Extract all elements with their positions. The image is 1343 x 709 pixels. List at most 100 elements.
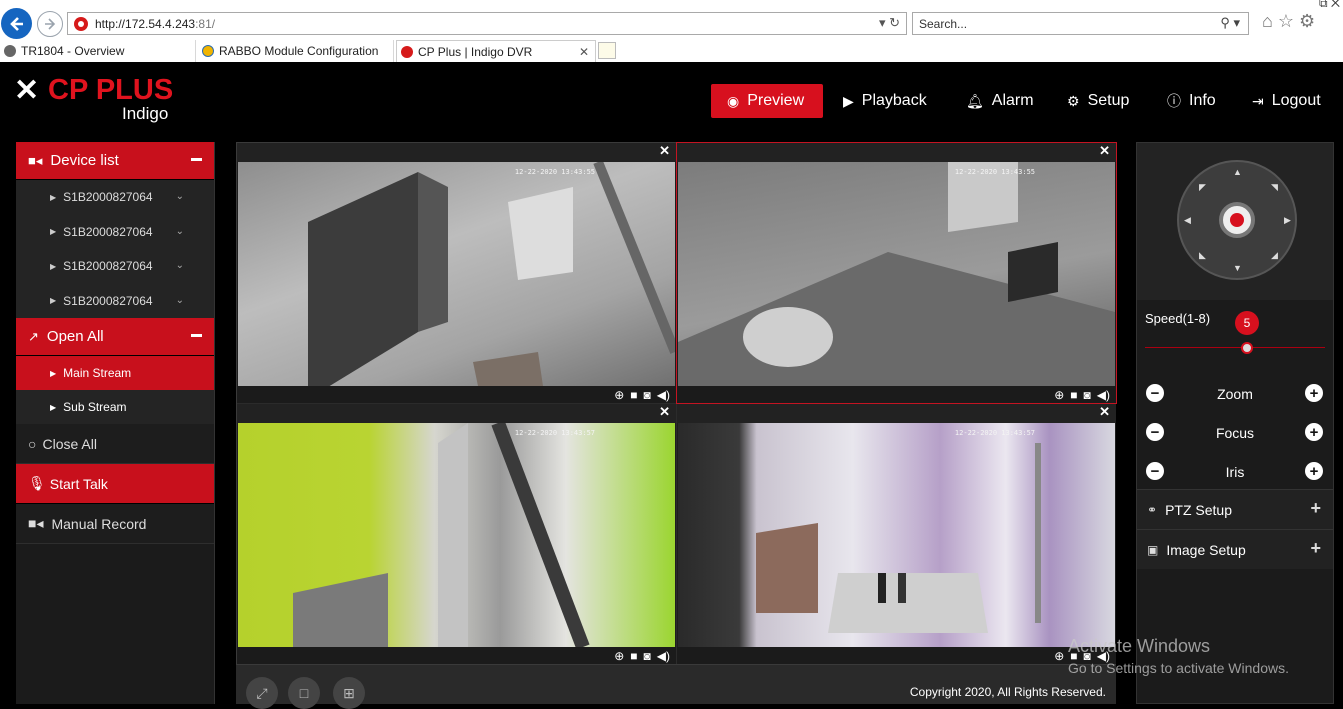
video-pane[interactable]: ✕ 12-22-2020 13:43:55 ⊕ ■ ◙ ◀) xyxy=(237,143,676,403)
tab-tr1804[interactable]: TR1804 - Overview xyxy=(0,40,196,62)
device-item[interactable]: ▶ S1B2000827064 ⌄ xyxy=(16,249,214,284)
arrow-upright-icon[interactable]: ◥ xyxy=(1271,182,1278,193)
close-icon[interactable]: ✕ xyxy=(579,45,589,59)
start-talk-button[interactable]: 🎙︎ Start Talk xyxy=(16,464,214,504)
camera-icon[interactable]: ◙ xyxy=(644,388,651,402)
camera-icon[interactable]: ◙ xyxy=(644,649,651,663)
tab-cpplus[interactable]: CP Plus | Indigo DVR ✕ xyxy=(396,40,596,62)
collapse-icon[interactable] xyxy=(191,158,202,161)
sub-stream-option[interactable]: ▶ Sub Stream xyxy=(16,390,214,424)
close-icon[interactable]: ✕ xyxy=(1099,404,1110,420)
arrow-downleft-icon[interactable]: ◣ xyxy=(1199,250,1206,261)
arrow-right-icon[interactable]: ▶ xyxy=(1284,215,1291,226)
eye-icon: ◉ xyxy=(727,92,740,109)
chevron-down-icon[interactable]: ⌄ xyxy=(176,295,184,306)
camera-feed[interactable]: 12-22-2020 13:43:57 xyxy=(238,423,675,647)
close-icon[interactable]: ✕ xyxy=(659,143,670,159)
single-layout-icon: □ xyxy=(299,685,309,701)
close-icon[interactable]: ✕ xyxy=(1099,143,1110,159)
new-tab-button[interactable] xyxy=(598,42,616,59)
device-list-header[interactable]: ■◂ Device list xyxy=(16,142,214,180)
close-icon[interactable]: ✕ xyxy=(659,404,670,420)
device-item[interactable]: ▶ S1B2000827064 ⌄ xyxy=(16,283,214,318)
corridor-scene-icon xyxy=(293,423,590,647)
record-icon[interactable]: ■ xyxy=(1070,388,1077,402)
nav-setup[interactable]: ⚙ Setup xyxy=(1067,84,1129,118)
atm-scene-icon xyxy=(308,162,675,386)
chevron-down-icon[interactable]: ⌄ xyxy=(176,191,184,202)
manual-record-label: Manual Record xyxy=(51,515,147,532)
iris-plus-button[interactable]: + xyxy=(1305,462,1323,480)
quad-view-button[interactable]: ⊞ xyxy=(333,677,365,709)
single-view-button[interactable]: □ xyxy=(288,677,320,709)
zoom-in-icon[interactable]: ⊕ xyxy=(1054,649,1064,663)
speed-slider-handle[interactable] xyxy=(1241,342,1253,354)
focus-plus-button[interactable]: + xyxy=(1305,423,1323,441)
audio-icon[interactable]: ◀) xyxy=(1097,388,1110,402)
arrow-up-icon[interactable]: ▲ xyxy=(1233,167,1242,177)
chevron-down-icon[interactable]: ⌄ xyxy=(176,260,184,271)
zoom-label: Zoom xyxy=(1217,386,1253,402)
camera-feed[interactable]: 12-22-2020 13:43:55 xyxy=(238,162,675,386)
refresh-icon[interactable]: ▾ ↻ xyxy=(879,15,900,31)
zoom-in-icon[interactable]: ⊕ xyxy=(614,388,624,402)
iris-label: Iris xyxy=(1225,464,1245,480)
nav-preview[interactable]: ◉ Preview xyxy=(711,84,823,118)
address-bar[interactable]: http://172.54.4.243:81/ ▾ ↻ xyxy=(67,12,907,35)
video-pane-selected[interactable]: ✕ 12-22-2020 13:43:55 ⊕ ■ ◙ ◀) xyxy=(676,142,1117,404)
main-stream-option[interactable]: ▶ Main Stream xyxy=(16,356,214,390)
ptz-direction-ring[interactable]: ▲ ▼ ◀ ▶ ◤ ◥ ◣ ◢ xyxy=(1177,160,1297,280)
arrow-down-icon[interactable]: ▼ xyxy=(1233,263,1242,273)
video-pane[interactable]: ✕ 12-22-2020 13:43:57 ⊕ ■ ◙ ◀) xyxy=(677,404,1116,664)
pane-toolbar: ⊕ ■ ◙ ◀) xyxy=(1054,388,1110,402)
speed-slider-track[interactable] xyxy=(1145,347,1325,348)
manual-record-button[interactable]: ■◂ Manual Record xyxy=(16,504,214,544)
ptz-panel: ▲ ▼ ◀ ▶ ◤ ◥ ◣ ◢ Speed(1-8) 5 − Zoom + − … xyxy=(1136,142,1334,704)
arrow-upleft-icon[interactable]: ◤ xyxy=(1199,182,1206,193)
nav-playback[interactable]: ▶ Playback xyxy=(843,84,927,118)
browser-toolbar-icons[interactable]: ⌂☆⚙ xyxy=(1262,11,1320,32)
zoom-plus-button[interactable]: + xyxy=(1305,384,1323,402)
caret-right-icon: ▶ xyxy=(50,192,57,202)
nav-label: Preview xyxy=(747,92,805,109)
camera-feed[interactable]: 12-22-2020 13:43:55 xyxy=(678,162,1115,386)
camera-icon[interactable]: ◙ xyxy=(1084,388,1091,402)
microphone-icon: 🎙︎ xyxy=(28,475,46,491)
zoom-in-icon[interactable]: ⊕ xyxy=(614,649,624,663)
pane-toolbar-bg xyxy=(237,386,676,403)
audio-icon[interactable]: ◀) xyxy=(657,388,670,402)
collapse-icon[interactable] xyxy=(191,334,202,337)
nav-logout[interactable]: ⇥ Logout xyxy=(1252,84,1321,118)
copyright-text: Copyright 2020, All Rights Reserved. xyxy=(909,685,1106,699)
window-restore-icon[interactable]: ⧉ ✕ xyxy=(1319,0,1340,11)
arrow-downright-icon[interactable]: ◢ xyxy=(1271,250,1278,261)
caret-right-icon: ▶ xyxy=(50,261,57,271)
device-item[interactable]: ▶ S1B2000827064 ⌄ xyxy=(16,180,214,215)
search-icon[interactable]: ⚲ ▾ xyxy=(1220,15,1240,31)
camera-feed[interactable]: 12-22-2020 13:43:57 xyxy=(678,423,1115,647)
expand-icon[interactable]: + xyxy=(1310,538,1321,559)
nav-label: Logout xyxy=(1271,92,1321,109)
expand-icon[interactable]: + xyxy=(1310,498,1321,519)
device-name: S1B2000827064 xyxy=(63,259,153,274)
ptz-center-button[interactable] xyxy=(1219,202,1255,238)
nav-info[interactable]: ⓘ Info xyxy=(1167,84,1216,118)
search-input[interactable]: Search... ⚲ ▾ xyxy=(912,12,1249,35)
chevron-down-icon[interactable]: ⌄ xyxy=(176,226,184,237)
zoom-in-icon[interactable]: ⊕ xyxy=(1054,388,1064,402)
arrow-left-icon[interactable]: ◀ xyxy=(1184,215,1191,226)
image-setup-section[interactable]: ▣ Image Setup + xyxy=(1137,529,1333,569)
audio-icon[interactable]: ◀) xyxy=(657,649,670,663)
ptz-setup-section[interactable]: ⚭ PTZ Setup + xyxy=(1137,489,1333,529)
forward-button[interactable] xyxy=(37,11,63,37)
close-all-button[interactable]: ○ Close All xyxy=(16,424,214,464)
open-all-header[interactable]: ↗ Open All xyxy=(16,318,214,356)
video-pane[interactable]: ✕ 12-22-2020 13:43:57 ⊕ ■ ◙ ◀) xyxy=(237,404,676,664)
record-icon[interactable]: ■ xyxy=(630,388,637,402)
fullscreen-button[interactable]: ⤢ xyxy=(246,677,278,709)
record-icon[interactable]: ■ xyxy=(630,649,637,663)
tab-rabbo[interactable]: RABBO Module Configuration xyxy=(198,40,394,62)
device-item[interactable]: ▶ S1B2000827064 ⌄ xyxy=(16,214,214,249)
back-button[interactable] xyxy=(1,8,32,39)
nav-alarm[interactable]: 🔔︎ Alarm xyxy=(966,84,1034,118)
